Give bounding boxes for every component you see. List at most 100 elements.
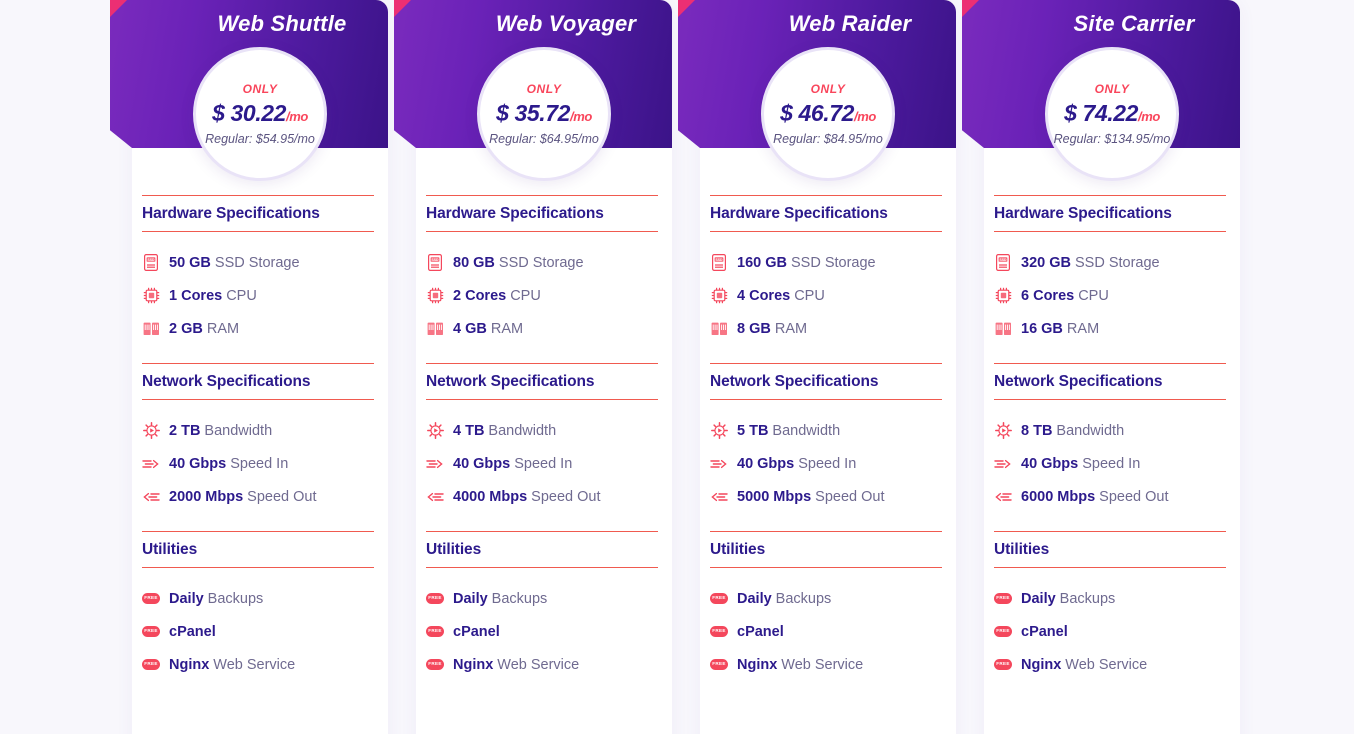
bandwidth-icon <box>142 422 160 440</box>
price-period: /mo <box>854 109 876 124</box>
feature-value: 2 GB <box>169 320 203 337</box>
price-amount: $ 35.72/mo <box>496 100 592 127</box>
price-circle: ONLY $ 35.72/mo Regular: $64.95/mo <box>477 47 611 181</box>
section-header-network: Network Specifications <box>994 363 1226 400</box>
feature-value: 2000 Mbps <box>169 488 244 505</box>
section-header-network: Network Specifications <box>142 363 374 400</box>
feature-label: RAM <box>206 320 240 337</box>
plan-title: Site Carrier <box>1073 11 1195 36</box>
section-header-hardware: Hardware Specifications <box>710 195 942 232</box>
section-header-hardware: Hardware Specifications <box>426 195 658 232</box>
ssd-icon: SSD <box>994 254 1012 272</box>
section-title-network: Network Specifications <box>426 373 595 390</box>
feature-item: 4 Cores CPU <box>710 279 942 312</box>
price-amount: $ 74.22/mo <box>1064 100 1160 127</box>
feature-item: FREE Daily Backups <box>426 582 658 615</box>
feature-item: 2 Cores CPU <box>426 279 658 312</box>
feature-value: 40 Gbps <box>453 455 511 472</box>
section-hardware: Hardware Specifications SSD 50 GB SSD Stora… <box>142 195 374 361</box>
feature-item: FREE Daily Backups <box>710 582 942 615</box>
price-only-label: ONLY <box>242 82 278 96</box>
price-only-label: ONLY <box>1094 82 1130 96</box>
plan-card[interactable]: Web Shuttle ONLY $ 30.22/mo Regular: $54.95… <box>110 0 388 734</box>
free-badge-label: FREE <box>994 626 1012 637</box>
section-hardware: Hardware Specifications SSD 160 GB SSD Stor… <box>710 195 942 361</box>
section-utilities: Utilities FREE Daily Backups FREE cPanel FREE N… <box>994 531 1226 697</box>
free-badge-icon: FREE <box>710 623 728 641</box>
svg-text:SSD: SSD <box>1000 258 1008 262</box>
ssd-icon: SSD <box>710 254 728 272</box>
ram-icon <box>426 320 444 338</box>
feature-value: 5000 Mbps <box>737 488 812 505</box>
feature-value: 5 TB <box>737 422 769 439</box>
feature-label: Speed Out <box>247 488 317 505</box>
feature-value: Daily <box>169 590 204 607</box>
section-hardware: Hardware Specifications SSD 320 GB SSD Stor… <box>994 195 1226 361</box>
ram-icon <box>142 320 160 338</box>
section-network: Network Specifications 2 TB Bandwidth 40 Gb… <box>142 363 374 529</box>
feature-item: 2000 Mbps Speed Out <box>142 480 374 513</box>
feature-item: FREE Nginx Web Service <box>142 648 374 681</box>
feature-list-utilities: FREE Daily Backups FREE cPanel FREE Nginx Web S… <box>142 582 374 697</box>
feature-label: Backups <box>1059 590 1116 607</box>
feature-list-network: 5 TB Bandwidth 40 Gbps Speed In 5000 Mbps Spe… <box>710 414 942 529</box>
feature-value: 40 Gbps <box>1021 455 1079 472</box>
feature-label: RAM <box>1066 320 1100 337</box>
feature-item: 40 Gbps Speed In <box>710 447 942 480</box>
feature-label: Speed Out <box>531 488 601 505</box>
free-badge-label: FREE <box>142 659 160 670</box>
plan-card[interactable]: Web Voyager ONLY $ 35.72/mo Regular: $64.95… <box>394 0 672 734</box>
plan-card[interactable]: Web Raider ONLY $ 46.72/mo Regular: $84.95/… <box>678 0 956 734</box>
free-badge-label: FREE <box>426 593 444 604</box>
feature-label: Bandwidth <box>1056 422 1125 439</box>
svg-text:SSD: SSD <box>716 258 724 262</box>
feature-list-hardware: SSD 50 GB SSD Storage 1 Cores CPU 2 GB RAM <box>142 246 374 361</box>
section-title-hardware: Hardware Specifications <box>426 205 604 222</box>
section-title-utilities: Utilities <box>426 541 482 558</box>
feature-item: SSD 160 GB SSD Storage <box>710 246 942 279</box>
feature-label: Bandwidth <box>772 422 841 439</box>
feature-label: CPU <box>794 287 825 304</box>
feature-label: RAM <box>490 320 524 337</box>
feature-item: 40 Gbps Speed In <box>994 447 1226 480</box>
feature-label: SSD Storage <box>498 254 584 271</box>
speed-in-icon <box>710 455 728 473</box>
feature-item: 1 Cores CPU <box>142 279 374 312</box>
feature-list-network: 2 TB Bandwidth 40 Gbps Speed In 2000 Mbps Spe… <box>142 414 374 529</box>
free-badge-label: FREE <box>994 659 1012 670</box>
feature-label: Speed Out <box>1099 488 1169 505</box>
free-badge-icon: FREE <box>710 656 728 674</box>
feature-value: 1 Cores <box>169 287 223 304</box>
feature-item: 8 GB RAM <box>710 312 942 345</box>
feature-label: Speed In <box>1082 455 1141 472</box>
feature-item: FREE Nginx Web Service <box>994 648 1226 681</box>
feature-item: 5000 Mbps Speed Out <box>710 480 942 513</box>
speed-out-icon <box>994 488 1012 506</box>
feature-item: FREE Nginx Web Service <box>426 648 658 681</box>
price-value: $ 46.72 <box>780 100 855 126</box>
price-period: /mo <box>1138 109 1160 124</box>
feature-value: 80 GB <box>453 254 495 271</box>
feature-item: FREE cPanel <box>994 615 1226 648</box>
feature-label: Backups <box>491 590 548 607</box>
feature-item: SSD 320 GB SSD Storage <box>994 246 1226 279</box>
section-header-utilities: Utilities <box>710 531 942 568</box>
feature-label: SSD Storage <box>1074 254 1160 271</box>
free-badge-icon: FREE <box>142 590 160 608</box>
plan-card[interactable]: Site Carrier ONLY $ 74.22/mo Regular: $134.… <box>962 0 1240 734</box>
cpu-icon <box>142 287 160 305</box>
free-badge-icon: FREE <box>426 656 444 674</box>
free-badge-icon: FREE <box>994 623 1012 641</box>
feature-label: Backups <box>207 590 264 607</box>
feature-list-network: 8 TB Bandwidth 40 Gbps Speed In 6000 Mbps Spe… <box>994 414 1226 529</box>
section-header-utilities: Utilities <box>142 531 374 568</box>
feature-value: 320 GB <box>1021 254 1071 271</box>
feature-label: RAM <box>774 320 808 337</box>
feature-value: 4 GB <box>453 320 487 337</box>
speed-in-icon <box>426 455 444 473</box>
feature-value: 8 TB <box>1021 422 1053 439</box>
ssd-icon: SSD <box>142 254 160 272</box>
plan-title: Web Voyager <box>495 11 637 36</box>
cpu-icon <box>994 287 1012 305</box>
free-badge-label: FREE <box>994 593 1012 604</box>
